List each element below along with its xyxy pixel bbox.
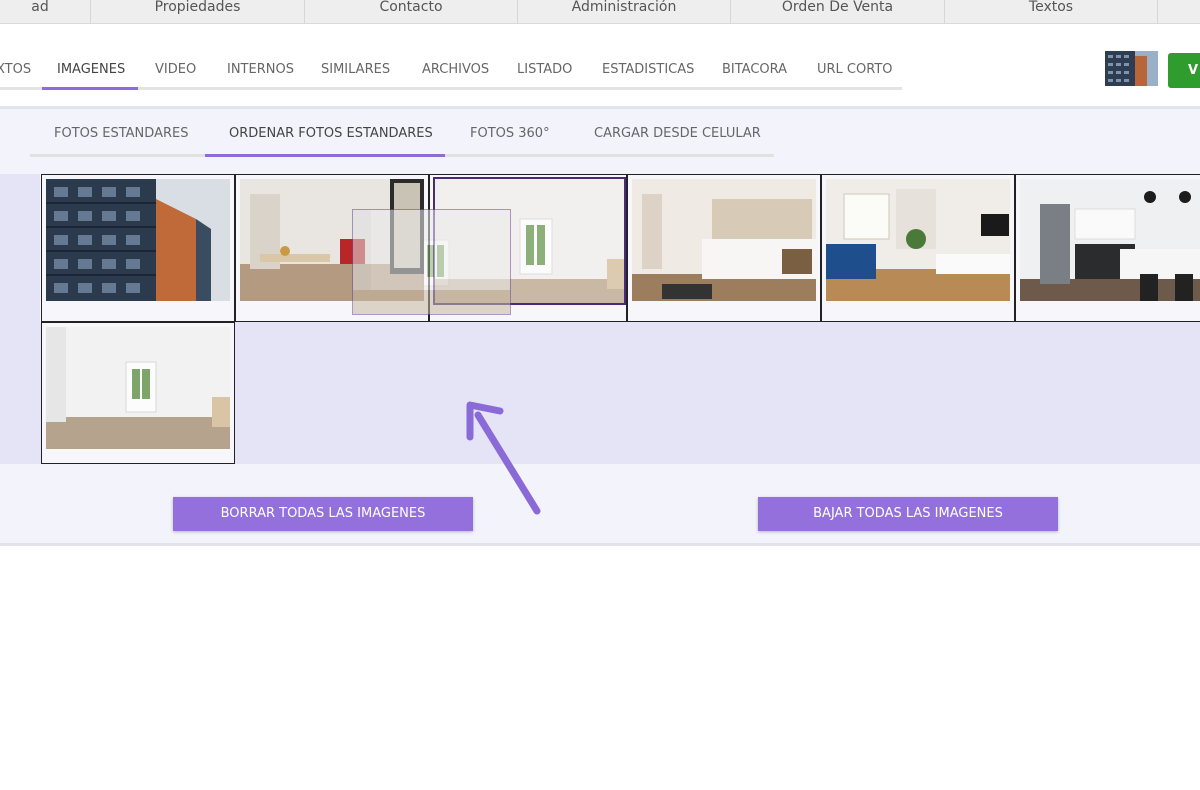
photo-image [1020, 179, 1200, 301]
drag-arrow-icon [466, 401, 541, 515]
tab-textos[interactable]: XTOS [0, 56, 31, 90]
photo-building-exterior[interactable] [41, 174, 235, 322]
photo-image [632, 179, 816, 301]
top-menu: ad Propiedades Contacto Administración O… [0, 0, 1200, 24]
menu-item-administracion[interactable]: Administración [518, 0, 731, 24]
tab-bitacora[interactable]: BITACORA [722, 56, 787, 90]
tab-cargar-celular[interactable]: CARGAR DESDE CELULAR [594, 121, 761, 157]
tab-ordenar-fotos[interactable]: ORDENAR FOTOS ESTANDARES [229, 121, 433, 157]
tab-imagenes[interactable]: IMAGENES [57, 56, 125, 90]
view-button[interactable]: V [1168, 53, 1200, 88]
tab-listado[interactable]: LISTADO [517, 56, 572, 90]
menu-item-textos[interactable]: Textos [945, 0, 1158, 24]
photo-image [46, 179, 230, 301]
tab-archivos[interactable]: ARCHIVOS [422, 56, 489, 90]
photo-kitchen[interactable] [1015, 174, 1200, 322]
tab-similares[interactable]: SIMILARES [321, 56, 390, 90]
dragged-photo-ghost[interactable] [352, 209, 511, 315]
tab-fotos-estandares[interactable]: FOTOS ESTANDARES [54, 121, 188, 157]
tab-estadisticas[interactable]: ESTADISTICAS [602, 56, 694, 90]
menu-item-propiedad[interactable]: ad [0, 0, 91, 24]
tab-fotos-360[interactable]: FOTOS 360° [470, 121, 550, 157]
menu-item-orden-de-venta[interactable]: Orden De Venta [731, 0, 945, 24]
delete-all-images-button[interactable]: BORRAR TODAS LAS IMAGENES [173, 497, 473, 531]
photo-image [826, 179, 1010, 301]
images-panel: FOTOS ESTANDARES ORDENAR FOTOS ESTANDARE… [0, 106, 1200, 546]
tab-url-corto[interactable]: URL CORTO [817, 56, 893, 90]
property-tabs: XTOS IMAGENES VIDEO INTERNOS SIMILARES A… [0, 56, 902, 90]
download-all-images-button[interactable]: BAJAR TODAS LAS IMAGENES [758, 497, 1058, 531]
image-subtabs: FOTOS ESTANDARES ORDENAR FOTOS ESTANDARE… [30, 121, 774, 157]
photo-bedroom[interactable] [627, 174, 821, 322]
property-thumbnail[interactable] [1105, 51, 1158, 86]
menu-item-propiedades[interactable]: Propiedades [91, 0, 305, 24]
active-tab-indicator [42, 87, 138, 90]
menu-item-contacto[interactable]: Contacto [305, 0, 518, 24]
tab-internos[interactable]: INTERNOS [227, 56, 294, 90]
active-subtab-indicator [205, 154, 445, 157]
photo-blue-sofa-living-room[interactable] [821, 174, 1015, 322]
photo-empty-room[interactable] [41, 322, 235, 464]
tab-video[interactable]: VIDEO [155, 56, 196, 90]
photo-image [46, 327, 230, 449]
